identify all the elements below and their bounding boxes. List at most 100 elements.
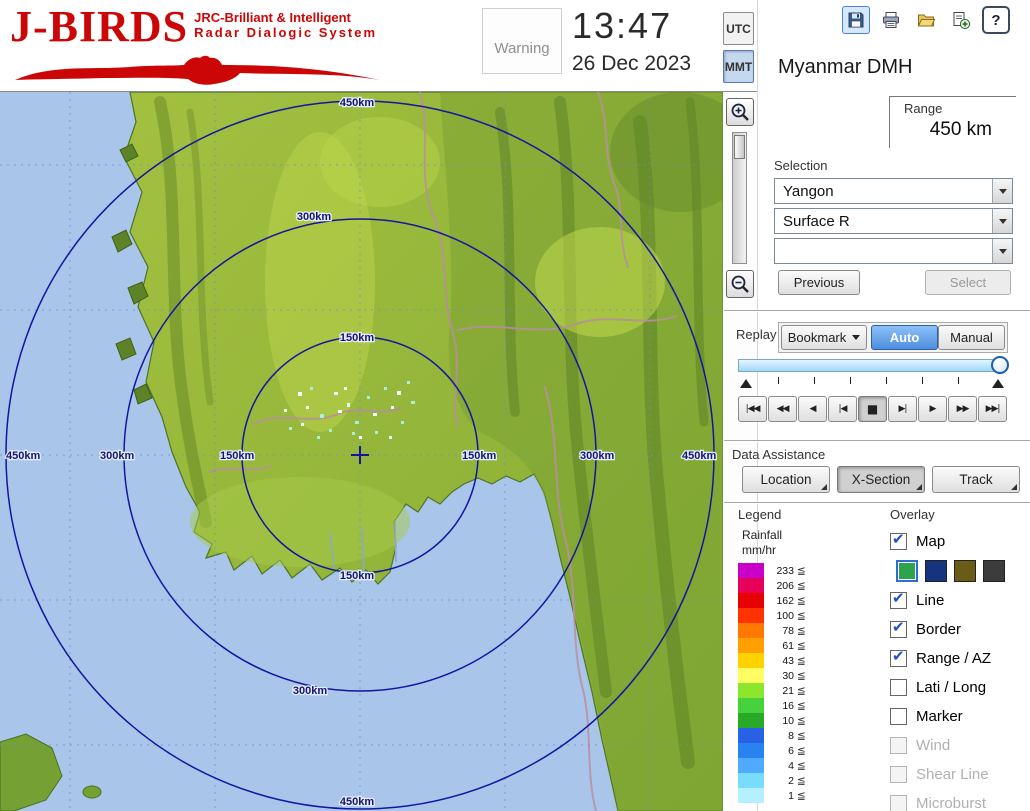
- replay-timeline-slider[interactable]: [738, 359, 1006, 372]
- overlay-item-wind: Wind: [890, 731, 1030, 760]
- svg-text:150km: 150km: [462, 450, 496, 462]
- stop-button[interactable]: ■: [858, 396, 887, 422]
- track-button[interactable]: Track: [932, 466, 1020, 493]
- lati-long-checkbox[interactable]: [890, 679, 907, 696]
- zoom-out-button[interactable]: [726, 270, 754, 298]
- chevron-down-icon: [852, 335, 860, 340]
- zoom-slider-track[interactable]: [732, 132, 747, 264]
- map-color-option[interactable]: [896, 560, 918, 582]
- legend-row: 6≦: [738, 743, 806, 758]
- skip-to-end-button[interactable]: ▶▶|: [978, 396, 1007, 422]
- save-button[interactable]: [842, 6, 870, 34]
- submenu-corner-icon: [821, 484, 827, 490]
- legend-color-swatch: [738, 623, 764, 638]
- playback-controls: |◀◀ ◀◀ ◀ |◀ ■ ▶| ▶ ▶▶ ▶▶|: [738, 396, 1007, 422]
- line-checkbox[interactable]: ✔: [890, 592, 907, 609]
- check-icon: ✔: [892, 532, 905, 546]
- fast-forward-button[interactable]: ▶▶: [948, 396, 977, 422]
- legend-row: 16≦: [738, 698, 806, 713]
- legend-value: 16: [764, 700, 794, 712]
- ruler-start-marker-icon: [740, 379, 752, 388]
- select-button[interactable]: Select: [925, 270, 1011, 295]
- play-button[interactable]: ▶: [918, 396, 947, 422]
- overlay-item-label: Marker: [916, 708, 963, 725]
- print-icon: [881, 10, 901, 30]
- skip-to-start-button[interactable]: |◀◀: [738, 396, 767, 422]
- manual-mode-button[interactable]: Manual: [938, 325, 1005, 350]
- svg-text:300km: 300km: [580, 450, 614, 462]
- fast-rewind-button[interactable]: ◀◀: [768, 396, 797, 422]
- map-color-option[interactable]: [954, 560, 976, 582]
- previous-button[interactable]: Previous: [778, 270, 860, 295]
- open-file-button[interactable]: [912, 6, 940, 34]
- overlay-item-label: Wind: [916, 737, 950, 754]
- overlay-item-marker: Marker: [890, 702, 1030, 731]
- divider: [724, 440, 1030, 442]
- zoom-in-button[interactable]: [726, 98, 754, 126]
- legend-value: 6: [764, 745, 794, 757]
- overlay-item-label: Map: [916, 533, 945, 550]
- auto-mode-button[interactable]: Auto: [871, 325, 938, 350]
- dropdown-button[interactable]: [992, 239, 1012, 263]
- legend-color-swatch: [738, 563, 764, 578]
- legend-suffix: ≦: [797, 730, 806, 742]
- station-title: Myanmar DMH: [778, 56, 912, 79]
- toolbar: ?: [842, 6, 1010, 34]
- legend-value: 21: [764, 685, 794, 697]
- overlay-item-label: Border: [916, 621, 961, 638]
- overlay-item-label: Range / AZ: [916, 650, 991, 667]
- marker-checkbox[interactable]: [890, 708, 907, 725]
- clock: 13:47 26 Dec 2023: [572, 6, 691, 76]
- xsection-button[interactable]: X-Section: [837, 466, 925, 493]
- svg-text:300km: 300km: [100, 450, 134, 462]
- play-reverse-button[interactable]: ◀: [798, 396, 827, 422]
- overlay-item-range-az: ✔ Range / AZ: [890, 644, 1030, 673]
- save-icon: [846, 10, 866, 30]
- site-combobox[interactable]: Yangon: [774, 178, 1013, 204]
- microburst-checkbox: [890, 795, 907, 811]
- legend-suffix: ≦: [797, 565, 806, 577]
- site-combobox-value: Yangon: [775, 183, 992, 200]
- help-button[interactable]: ?: [982, 6, 1010, 34]
- step-back-button[interactable]: |◀: [828, 396, 857, 422]
- legend-color-scale: 233≦ 206≦ 162≦ 100≦ 78≦ 61≦ 43≦ 30≦ 21≦ …: [738, 563, 806, 803]
- range-display: Range 450 km: [889, 96, 1016, 148]
- map-color-option[interactable]: [925, 560, 947, 582]
- bookmark-button[interactable]: Bookmark: [781, 325, 867, 350]
- extra-combobox[interactable]: [774, 238, 1013, 264]
- print-button[interactable]: [877, 6, 905, 34]
- divider: [724, 502, 1030, 504]
- border-checkbox[interactable]: ✔: [890, 621, 907, 638]
- header: J-BIRDS JRC-Brilliant & Intelligent Rada…: [0, 0, 757, 92]
- clock-time: 13:47: [572, 6, 691, 46]
- range-az-checkbox[interactable]: ✔: [890, 650, 907, 667]
- timeline-thumb[interactable]: [991, 356, 1009, 374]
- overlay-item-microburst: Microburst: [890, 789, 1030, 811]
- map-color-option[interactable]: [983, 560, 1005, 582]
- zoom-in-icon: [729, 101, 751, 123]
- bookmark-label: Bookmark: [788, 330, 847, 345]
- export-button[interactable]: [947, 6, 975, 34]
- logo-subtitle-2: Radar Dialogic System: [194, 25, 377, 40]
- map-checkbox[interactable]: ✔: [890, 533, 907, 550]
- mmt-button[interactable]: MMT: [723, 50, 754, 83]
- legend-value: 2: [764, 775, 794, 787]
- submenu-corner-icon: [1011, 484, 1017, 490]
- help-icon: ?: [991, 12, 1000, 29]
- legend-color-swatch: [738, 728, 764, 743]
- step-forward-button[interactable]: ▶|: [888, 396, 917, 422]
- radar-map-display[interactable]: 450km 300km 150km 150km 300km 450km 450k…: [0, 92, 723, 811]
- dropdown-button[interactable]: [992, 179, 1012, 203]
- legend-color-swatch: [738, 608, 764, 623]
- product-combobox[interactable]: Surface R: [774, 208, 1013, 234]
- utc-button[interactable]: UTC: [723, 12, 754, 45]
- jbirds-app: J-BIRDS JRC-Brilliant & Intelligent Rada…: [0, 0, 1030, 811]
- location-button[interactable]: Location: [742, 466, 830, 493]
- legend-suffix: ≦: [797, 610, 806, 622]
- legend-section-label: Legend: [738, 507, 781, 522]
- legend-value: 43: [764, 655, 794, 667]
- legend-color-swatch: [738, 668, 764, 683]
- dropdown-button[interactable]: [992, 209, 1012, 233]
- zoom-slider-thumb[interactable]: [734, 135, 745, 159]
- warning-indicator: Warning: [482, 8, 562, 74]
